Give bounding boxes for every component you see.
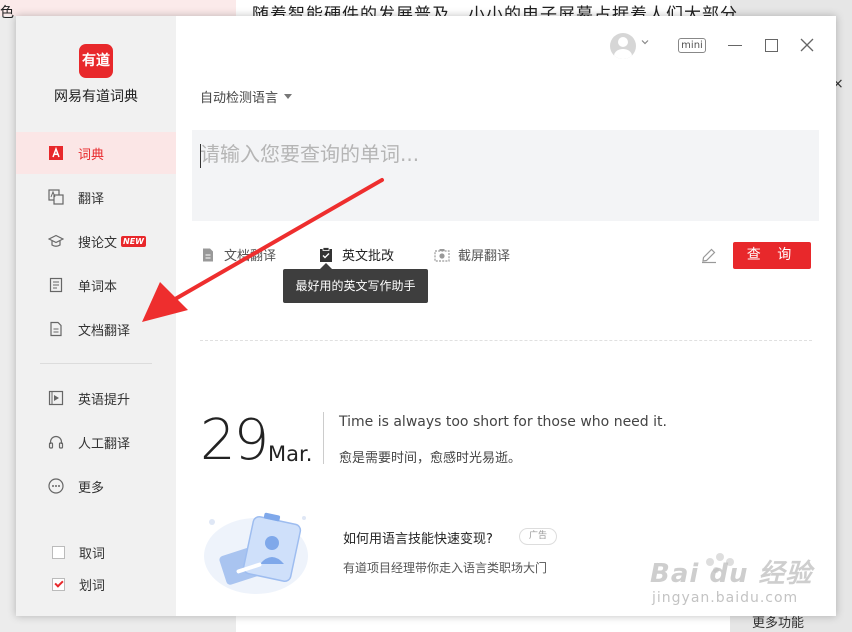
sidebar-item-label: 英语提升 [78, 392, 131, 408]
app-logo: 有道 [79, 44, 113, 78]
chevron-down-icon[interactable] [641, 38, 649, 46]
screenshot-translate-label: 截屏翻译 [458, 249, 511, 264]
background-left-strip [0, 0, 236, 16]
minimize-icon[interactable] [728, 45, 742, 46]
sidebar-item-english-improve[interactable]: 英语提升 [16, 377, 176, 419]
language-select-value: 自动检测语言 [200, 91, 279, 106]
clipboard-check-icon [320, 246, 332, 262]
capture-word-option[interactable]: 取词 [52, 543, 105, 562]
sidebar-item-dictionary[interactable]: 词典 [16, 132, 176, 174]
promo-title[interactable]: 如何用语言技能快速变现? [343, 528, 493, 547]
camera-icon [434, 248, 450, 262]
background-corner-text: 色 [0, 5, 14, 21]
sidebar-item-label: 人工翻译 [78, 436, 131, 452]
dictionary-window: 有道 网易有道词典 词典 翻译 搜论文 NEW 单词本 文档翻译 英语提升 人工… [16, 16, 836, 616]
daily-date-month: Mar. [268, 442, 313, 466]
capture-word-checkbox[interactable] [52, 546, 65, 559]
new-badge: NEW [121, 235, 146, 247]
sidebar-divider [40, 363, 152, 364]
document-icon [203, 248, 213, 261]
more-icon [48, 478, 64, 494]
screenshot-translate-tool[interactable]: 截屏翻译 [434, 245, 510, 264]
sidebar-item-label: 单词本 [78, 279, 118, 295]
sidebar-item-search-papers[interactable]: 搜论文 NEW [16, 220, 176, 262]
text-cursor [200, 144, 201, 168]
promo-subtitle[interactable]: 有道项目经理带你走入语言类职场大门 [343, 559, 547, 576]
app-name: 网易有道词典 [54, 89, 138, 105]
wordbook-icon [48, 277, 64, 293]
document-translate-label: 文档翻译 [224, 249, 277, 264]
sidebar-item-wordbook[interactable]: 单词本 [16, 264, 176, 306]
search-input[interactable] [200, 136, 800, 172]
watermark-text: Bai du 经验 [650, 559, 813, 589]
query-button[interactable]: 查 询 [733, 242, 811, 269]
headset-icon [48, 434, 64, 450]
daily-quote-english[interactable]: Time is always too short for those who n… [339, 414, 667, 430]
daily-quote-chinese: 愈是需要时间，愈感时光易逝。 [339, 451, 522, 466]
sidebar-item-label: 更多 [78, 480, 105, 496]
sidebar: 有道 网易有道词典 词典 翻译 搜论文 NEW 单词本 文档翻译 英语提升 人工… [16, 16, 176, 616]
close-icon[interactable] [800, 38, 814, 52]
sidebar-item-label: 搜论文 [78, 235, 118, 251]
mini-mode-button[interactable]: mini [678, 38, 706, 53]
graduation-cap-icon [48, 233, 64, 249]
language-select[interactable]: 自动检测语言 [200, 87, 293, 106]
caret-down-icon [284, 94, 293, 99]
id-card-illustration[interactable] [200, 498, 320, 598]
sidebar-item-human-translate[interactable]: 人工翻译 [16, 421, 176, 463]
play-book-icon [48, 390, 64, 406]
sidebar-item-more[interactable]: 更多 [16, 465, 176, 507]
search-box[interactable] [192, 130, 819, 221]
edit-icon[interactable] [700, 246, 718, 264]
dictionary-icon [48, 145, 64, 161]
section-divider [200, 340, 812, 341]
sidebar-item-document-translate[interactable]: 文档翻译 [16, 308, 176, 350]
tooltip: 最好用的英文写作助手 [283, 263, 428, 303]
sidebar-item-label: 词典 [78, 147, 105, 163]
maximize-icon[interactable] [765, 39, 778, 52]
daily-date-day: 29 [200, 408, 269, 473]
english-correction-label: 英文批改 [342, 249, 395, 264]
quote-divider [323, 412, 324, 464]
select-word-label: 划词 [79, 579, 106, 594]
ad-badge: 广告 [519, 528, 557, 545]
user-avatar[interactable] [610, 33, 636, 59]
select-word-checkbox[interactable] [52, 578, 65, 591]
capture-word-label: 取词 [79, 547, 106, 562]
document-icon [48, 321, 64, 337]
translate-icon [48, 189, 64, 205]
sidebar-item-translate[interactable]: 翻译 [16, 176, 176, 218]
sidebar-item-label: 文档翻译 [78, 323, 131, 339]
select-word-option[interactable]: 划词 [52, 575, 105, 594]
english-correction-tool[interactable]: 英文批改 [318, 245, 394, 264]
sidebar-item-label: 翻译 [78, 191, 105, 207]
document-translate-tool[interactable]: 文档翻译 [200, 245, 276, 264]
watermark-url: jingyan.baidu.com [652, 590, 799, 606]
